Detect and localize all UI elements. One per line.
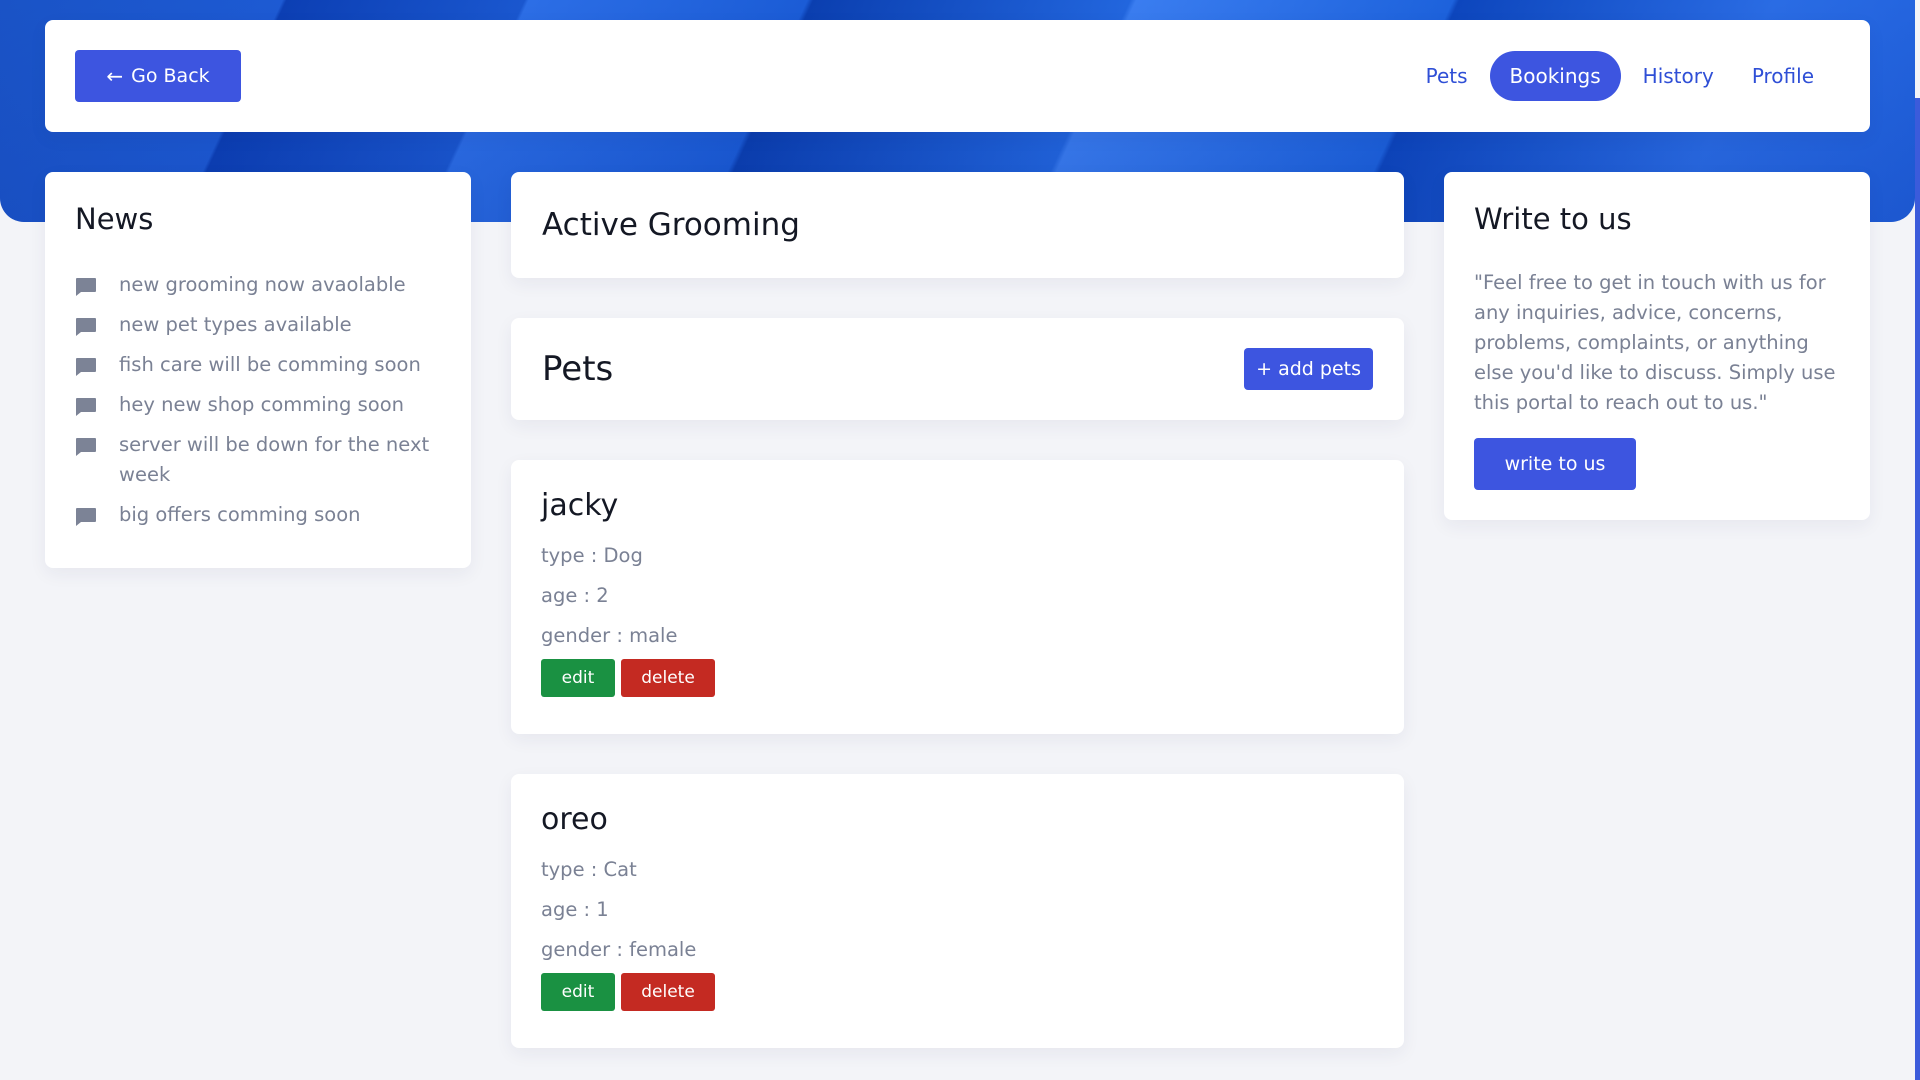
news-item: new pet types available xyxy=(75,310,441,340)
arrow-left-icon: ← xyxy=(106,64,124,88)
news-item: big offers comming soon xyxy=(75,500,441,530)
pet-age: age : 2 xyxy=(541,584,609,607)
pet-gender: gender : male xyxy=(541,624,678,647)
main-nav: Pets Bookings History Profile xyxy=(1410,51,1830,101)
news-item: server will be down for the next week xyxy=(75,430,441,490)
news-item: new grooming now avaolable xyxy=(75,270,441,300)
pet-card: oreo type : Cat age : 1 gender : female … xyxy=(511,774,1404,1048)
edit-button[interactable]: edit xyxy=(541,973,615,1011)
news-card: News new grooming now avaolable new pet … xyxy=(45,172,471,568)
nav-item-profile[interactable]: Profile xyxy=(1736,51,1830,101)
pet-age: age : 1 xyxy=(541,898,609,921)
chat-icon xyxy=(76,318,96,336)
news-item-text: new pet types available xyxy=(119,313,352,336)
news-item-text: server will be down for the next week xyxy=(119,433,430,486)
pet-card: jacky type : Dog age : 2 gender : male e… xyxy=(511,460,1404,734)
pet-name: jacky xyxy=(541,488,619,523)
active-grooming-card: Active Grooming xyxy=(511,172,1404,278)
pet-actions: edit delete xyxy=(541,659,1374,697)
pet-name: oreo xyxy=(541,802,608,837)
news-item-text: fish care will be comming soon xyxy=(119,353,421,376)
pets-title: Pets xyxy=(542,349,614,389)
chat-icon xyxy=(76,358,96,376)
news-item-text: hey new shop comming soon xyxy=(119,393,404,416)
write-to-us-title: Write to us xyxy=(1474,202,1632,236)
news-item: hey new shop comming soon xyxy=(75,390,441,420)
news-item-text: big offers comming soon xyxy=(119,503,361,526)
write-to-us-text: "Feel free to get in touch with us for a… xyxy=(1474,271,1836,414)
news-item: fish care will be comming soon xyxy=(75,350,441,380)
pets-header-card: Pets + add pets xyxy=(511,318,1404,420)
active-grooming-title: Active Grooming xyxy=(542,207,800,243)
nav-item-bookings[interactable]: Bookings xyxy=(1489,51,1621,101)
edit-button[interactable]: edit xyxy=(541,659,615,697)
pet-type: type : Cat xyxy=(541,858,637,881)
delete-button[interactable]: delete xyxy=(621,973,715,1011)
write-to-us-card: Write to us "Feel free to get in touch w… xyxy=(1444,172,1870,520)
go-back-button[interactable]: ← Go Back xyxy=(75,50,241,102)
news-list: new grooming now avaolable new pet types… xyxy=(75,270,441,530)
chat-icon xyxy=(76,438,96,456)
chat-icon xyxy=(76,278,96,296)
pet-actions: edit delete xyxy=(541,973,1374,1011)
pet-gender: gender : female xyxy=(541,938,697,961)
news-title: News xyxy=(75,202,154,236)
top-navbar: ← Go Back Pets Bookings History Profile xyxy=(45,20,1870,132)
add-pets-label: add pets xyxy=(1278,358,1361,380)
write-to-us-button[interactable]: write to us xyxy=(1474,438,1636,490)
go-back-label: Go Back xyxy=(131,65,210,87)
scrollbar[interactable] xyxy=(1915,98,1920,1080)
news-item-text: new grooming now avaolable xyxy=(119,273,406,296)
chat-icon xyxy=(76,398,96,416)
nav-item-pets[interactable]: Pets xyxy=(1410,51,1484,101)
nav-item-history[interactable]: History xyxy=(1627,51,1730,101)
pet-type: type : Dog xyxy=(541,544,643,567)
add-pets-button[interactable]: + add pets xyxy=(1244,348,1373,390)
chat-icon xyxy=(76,508,96,526)
delete-button[interactable]: delete xyxy=(621,659,715,697)
plus-icon: + xyxy=(1256,358,1273,380)
